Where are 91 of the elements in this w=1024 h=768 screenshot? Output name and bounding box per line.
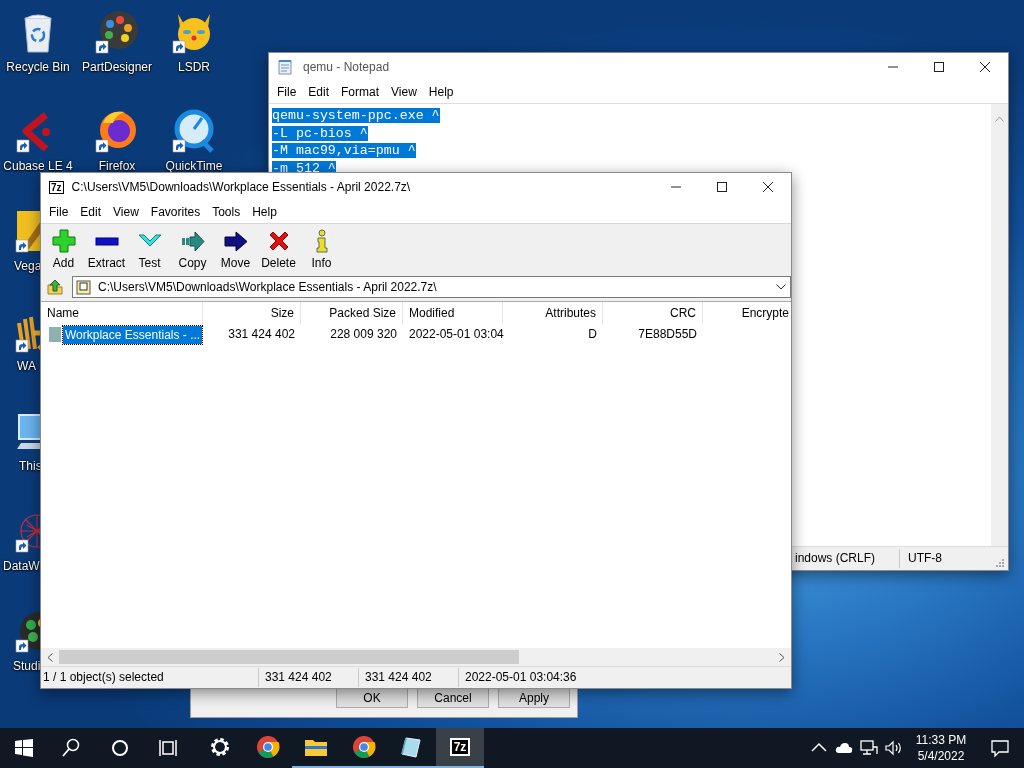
close-icon	[763, 182, 773, 192]
table-cell-text: 2022-05-01 03:04	[409, 326, 504, 343]
window-title: C:\Users\VM5\Downloads\Workplace Essentials - April 2022.7z\	[71, 180, 411, 194]
menu-item[interactable]: Favorites	[144, 203, 207, 221]
chevron-right-icon[interactable]	[779, 652, 785, 662]
shortcut-label[interactable]: Cubase LE 4	[3, 159, 73, 173]
status-text: UTF-8	[899, 549, 992, 568]
column-header[interactable]: CRC	[603, 302, 703, 324]
toolbar-button[interactable]: Move	[214, 226, 257, 272]
path-field[interactable]: C:\Users\VM5\Downloads\Workplace Essentials - April 2022.7z\	[72, 276, 791, 298]
status-text: 2022-05-01 03:04:36	[464, 669, 577, 686]
toolbar-button[interactable]: Delete	[257, 226, 300, 272]
speech-bubble-icon[interactable]	[990, 738, 1010, 758]
network-icon[interactable]	[859, 739, 878, 757]
menu-item[interactable]: View	[107, 203, 145, 221]
caret-icon[interactable]	[776, 284, 786, 290]
toolbar-button[interactable]: Info	[300, 226, 343, 272]
table-cell-text: 228 009 320	[330, 326, 397, 343]
app-logo: 7z	[449, 738, 471, 756]
menu-item[interactable]: Help	[422, 83, 460, 101]
shortcut-label[interactable]: QuickTime	[165, 159, 223, 173]
app-logo: 7z	[49, 180, 64, 194]
shortcut-label[interactable]: LSDR	[178, 60, 210, 74]
file-name[interactable]: Workplace Essentials - ...	[63, 325, 203, 344]
status-text: 331 424 402	[359, 668, 459, 687]
column-header[interactable]: Encrypte	[703, 302, 791, 324]
status-text: 331 424 402	[259, 668, 359, 687]
dialog-button[interactable]: OK	[336, 687, 408, 708]
taskbar-button[interactable]: 7z	[436, 728, 484, 768]
scrollbar[interactable]	[991, 104, 1008, 546]
circle-icon[interactable]	[110, 738, 130, 758]
notepad-icon	[277, 59, 293, 75]
shortcut-label[interactable]: WA	[17, 359, 36, 373]
task-view-icon[interactable]	[158, 738, 178, 758]
browser-icon	[352, 735, 376, 759]
menu-item[interactable]: Tools	[206, 203, 247, 221]
menu-item[interactable]: Edit	[302, 83, 336, 101]
window-title: qemu - Notepad	[303, 60, 390, 74]
windows-logo-icon[interactable]	[14, 738, 34, 758]
arrow-right-icon	[180, 229, 205, 253]
scrollbar[interactable]	[41, 648, 791, 666]
shortcut-label[interactable]: Firefox	[98, 159, 136, 173]
plus-icon	[51, 229, 76, 253]
column-header[interactable]: Packed Size	[301, 302, 403, 324]
column-header[interactable]: Attributes	[503, 302, 603, 324]
toolbar-button[interactable]: Test	[128, 226, 171, 272]
maximize-icon	[934, 62, 944, 72]
toolbar-button[interactable]: Add	[42, 226, 85, 272]
search-icon[interactable]	[62, 738, 82, 758]
scrollbar-thumb[interactable]	[59, 650, 519, 664]
folder-icon	[49, 327, 61, 342]
q-logo-icon[interactable]	[172, 109, 216, 153]
app-tile-icon[interactable]	[15, 209, 40, 253]
fox-globe-icon[interactable]	[95, 109, 139, 153]
archive-icon	[76, 279, 92, 295]
clock-date[interactable]: 5/4/2022	[917, 748, 965, 764]
column-header[interactable]: Name	[41, 302, 203, 324]
close-icon	[980, 62, 990, 72]
shortcut-label[interactable]: PartDesigner	[82, 60, 152, 74]
status-text: indows (CRLF)	[794, 550, 876, 567]
clock-time[interactable]: 11:33 PM	[915, 732, 967, 748]
shortcut-label[interactable]: Recycle Bin	[6, 60, 70, 74]
menu-item[interactable]: File	[43, 203, 75, 221]
chevron-left-icon[interactable]	[47, 652, 53, 662]
shortcut-label[interactable]: DataW	[3, 559, 40, 573]
table-cell-text: D	[588, 326, 597, 343]
table-cell-text: 7E88D55D	[638, 326, 697, 343]
gear-icon	[208, 735, 232, 759]
column-header[interactable]: Modified	[403, 302, 503, 324]
toolbar-button[interactable]: Extract	[85, 226, 128, 272]
toolbar-button[interactable]: Copy	[171, 226, 214, 272]
status-text: 1 / 1 object(s) selected	[41, 668, 259, 687]
menu-item[interactable]: Edit	[74, 203, 108, 221]
column-header[interactable]: Size	[203, 302, 301, 324]
browser-icon	[256, 735, 280, 759]
shortcut-label[interactable]: Vega	[14, 259, 42, 273]
speaker-icon[interactable]	[884, 739, 903, 757]
dialog-button[interactable]: Cancel	[417, 687, 489, 708]
palette-icon[interactable]	[95, 10, 139, 54]
menu-item[interactable]: View	[385, 83, 423, 101]
dialog-button[interactable]: Apply	[498, 687, 570, 708]
table-cell-text: 331 424 402	[228, 326, 295, 343]
folder-up-icon	[47, 279, 63, 295]
menu-item[interactable]: Format	[335, 83, 386, 101]
resize-grip-icon[interactable]	[996, 558, 1004, 567]
menu-item[interactable]: File	[271, 83, 303, 101]
shortcut-label[interactable]: Studi	[13, 659, 41, 673]
maximize-icon	[717, 182, 727, 192]
menu-item[interactable]: Help	[246, 203, 283, 221]
crystal-icon	[400, 735, 424, 759]
arrow-right-icon	[223, 229, 248, 253]
